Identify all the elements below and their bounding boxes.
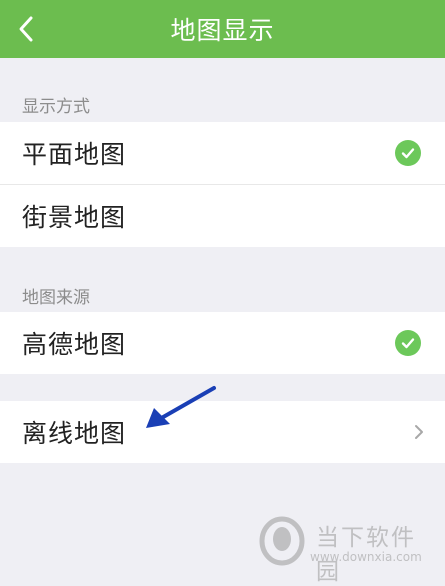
offline-map-row[interactable]: 离线地图 xyxy=(0,401,445,463)
section-label-display-mode: 显示方式 xyxy=(22,97,90,117)
watermark: 当下软件园 www.downxia.com xyxy=(258,513,438,585)
check-icon xyxy=(395,140,421,166)
app-header: 地图显示 xyxy=(0,0,445,58)
annotation-arrow-icon xyxy=(146,386,216,428)
option-amap[interactable]: 高德地图 xyxy=(0,312,445,374)
back-button[interactable] xyxy=(6,0,46,58)
option-label: 街景地图 xyxy=(22,203,127,232)
watermark-logo-icon xyxy=(259,516,305,566)
check-icon xyxy=(395,330,421,356)
option-label: 高德地图 xyxy=(22,330,127,359)
section-label-map-source: 地图来源 xyxy=(22,288,90,308)
chevron-right-icon xyxy=(415,425,423,439)
option-street-map[interactable]: 街景地图 xyxy=(0,185,445,247)
offline-map-label: 离线地图 xyxy=(22,419,127,448)
page-title: 地图显示 xyxy=(170,16,275,45)
chevron-left-icon xyxy=(19,16,33,42)
option-flat-map[interactable]: 平面地图 xyxy=(0,122,445,184)
option-label: 平面地图 xyxy=(22,140,127,169)
watermark-url: www.downxia.com xyxy=(310,550,422,564)
